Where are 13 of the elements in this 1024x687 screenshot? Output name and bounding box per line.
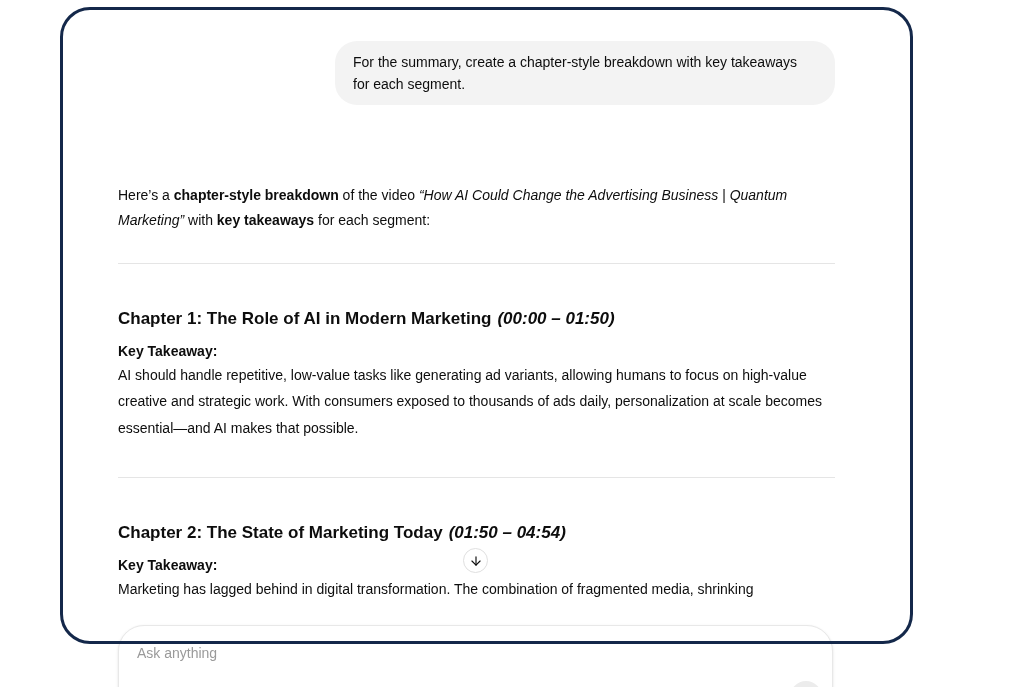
chapter-title: Chapter 1: The Role of AI in Modern Marketing [118, 308, 492, 330]
scroll-down-button[interactable] [463, 548, 488, 573]
takeaway-text: AI should handle repetitive, low-value tasks like generating ad variants, allowing humans to focus on high-value creative and strategic work. With consumers exposed to thousands of ads daily, personalization at scale becomes essential—and AI makes that possible. [118, 365, 823, 438]
response-intro: Here’s a chapter-style breakdown of the video “How AI Could Change the Advertising Business | Quantum Marketing” with key takeaways for each segment: [118, 186, 789, 230]
arrow-down-icon [468, 553, 483, 568]
user-message: For the summary, create a chapter-style breakdown with key takeaways for each segment. [335, 41, 835, 105]
message-input[interactable]: Ask anything [137, 643, 737, 664]
chapter-time: (01:50 – 04:54) [448, 522, 566, 544]
takeaway-label: Key Takeaway: [118, 341, 218, 361]
takeaway-label: Key Takeaway: [118, 555, 218, 575]
chapter-time: (00:00 – 01:50) [497, 308, 615, 330]
chapter-title: Chapter 2: The State of Marketing Today [118, 522, 443, 544]
takeaway-text: Marketing has lagged behind in digital transformation. The combination of fragmented media, shrinking [118, 579, 754, 599]
